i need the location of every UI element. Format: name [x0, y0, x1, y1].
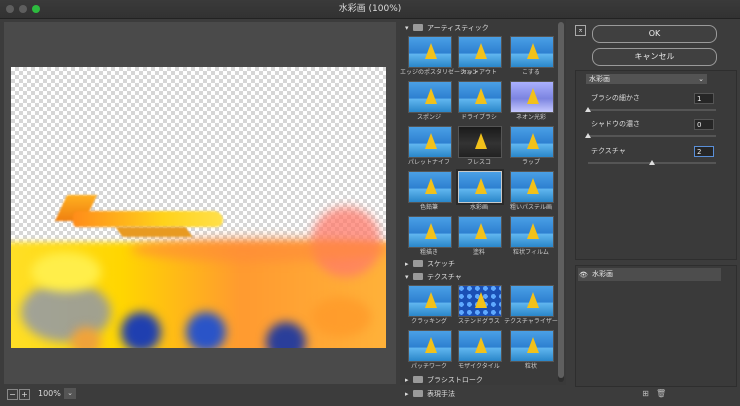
filter-thumbnail[interactable]	[510, 171, 554, 203]
effect-layer-name: 水彩画	[592, 270, 613, 278]
expand-arrow-icon: ▾	[405, 273, 409, 281]
collapse-arrow-icon: ▸	[405, 376, 409, 384]
plane-wing	[115, 227, 193, 237]
filter-thumbnail[interactable]	[408, 81, 452, 113]
filter-thumbnail[interactable]	[458, 81, 502, 113]
zoom-in-button[interactable]: +	[19, 389, 30, 400]
new-effect-layer-button[interactable]: ⊞	[641, 389, 650, 398]
title-bar: 水彩画 (100%)	[0, 0, 740, 19]
filter-thumbnail[interactable]	[408, 36, 452, 68]
window-title: 水彩画 (100%)	[338, 4, 402, 14]
filter-category-4[interactable]: ▸ 表現手法	[405, 388, 455, 400]
plane-body	[73, 211, 223, 227]
close-window-button[interactable]	[6, 5, 14, 13]
param-label: テクスチャ	[591, 147, 626, 155]
delete-effect-layer-icon[interactable]: 🗑	[656, 389, 666, 398]
filter-category-1[interactable]: ▸ スケッチ	[405, 258, 455, 270]
minimize-window-button[interactable]	[19, 5, 27, 13]
filter-thumbnail[interactable]	[458, 216, 502, 248]
filter-thumbnail[interactable]	[458, 126, 502, 158]
preview-image[interactable]	[11, 67, 386, 348]
cancel-button[interactable]: キャンセル	[592, 48, 717, 66]
param-slider-track[interactable]	[588, 109, 716, 111]
filter-thumbnail-label: モザイクタイル	[458, 363, 500, 370]
filter-thumbnail-label: ネオン光彩	[515, 114, 546, 121]
filter-thumbnail[interactable]	[458, 171, 502, 203]
filter-thumbnail[interactable]	[408, 285, 452, 317]
filter-select-value: 水彩画	[589, 75, 610, 83]
filter-thumbnail-label: 水彩画	[469, 204, 488, 211]
zoom-menu-button[interactable]: ⌄	[64, 388, 76, 399]
filter-thumbnail[interactable]	[408, 216, 452, 248]
filter-category-0[interactable]: ▾ アーティスティック	[405, 22, 489, 34]
filter-thumbnail-label: 粒状	[524, 363, 537, 370]
filter-thumbnail-label: テクスチャライザー	[504, 318, 558, 325]
param-slider-knob[interactable]	[649, 160, 655, 165]
collapse-arrow-icon: ▸	[405, 260, 409, 268]
filter-thumbnail[interactable]	[408, 330, 452, 362]
filter-thumbnail-label: 粗いパステル画	[509, 204, 552, 211]
filter-thumbnail[interactable]	[458, 36, 502, 68]
param-value-input[interactable]: 2	[694, 146, 714, 157]
filter-thumbnail[interactable]	[510, 330, 554, 362]
param-label: シャドウの濃さ	[591, 120, 640, 128]
filter-thumbnail[interactable]	[510, 216, 554, 248]
param-label: ブラシの細かさ	[591, 94, 640, 102]
filter-category-label: テクスチャ	[427, 273, 462, 281]
filter-select[interactable]: 水彩画 ⌄	[586, 74, 707, 84]
filter-thumbnail-label: こする	[522, 69, 540, 76]
filter-thumbnail[interactable]	[408, 126, 452, 158]
param-value-input[interactable]: 1	[694, 93, 714, 104]
preview-area	[4, 22, 396, 384]
filter-thumbnail-label: ステンドグラス	[458, 318, 500, 325]
expand-arrow-icon: ▾	[405, 24, 409, 32]
filter-thumbnail-label: ラップ	[521, 159, 540, 166]
filter-thumbnail-label: フレスコ	[466, 159, 491, 166]
folder-icon	[413, 376, 423, 383]
zoom-out-button[interactable]: −	[7, 389, 18, 400]
filter-thumbnail[interactable]	[510, 81, 554, 113]
folder-icon	[413, 390, 423, 397]
filter-thumbnail[interactable]	[458, 285, 502, 317]
filter-thumbnail-label: 粒状フィルム	[513, 249, 549, 256]
param-value-input[interactable]: 0	[694, 119, 714, 130]
folder-icon	[413, 273, 423, 280]
filter-category-label: ブラシストローク	[427, 376, 483, 384]
eye-icon[interactable]: 👁	[579, 271, 588, 279]
collapse-arrow-icon: ▸	[405, 390, 409, 398]
filter-thumbnail-label: 塗料	[472, 249, 485, 256]
filter-category-label: 表現手法	[427, 390, 455, 398]
folder-icon	[413, 260, 423, 267]
filter-category-label: スケッチ	[427, 260, 455, 268]
filter-category-2[interactable]: ▾ テクスチャ	[405, 271, 462, 283]
filter-thumbnail[interactable]	[408, 171, 452, 203]
zoom-level: 100%	[38, 389, 61, 398]
filter-thumbnail[interactable]	[510, 285, 554, 317]
filter-thumbnail-label: ドライブラシ	[461, 114, 497, 121]
filter-thumbnail-label: カットアウト	[460, 69, 497, 76]
ok-button[interactable]: OK	[592, 25, 717, 43]
param-slider-track[interactable]	[588, 135, 716, 137]
effect-layers-panel	[575, 265, 737, 387]
filter-thumbnail[interactable]	[458, 330, 502, 362]
filter-thumbnail[interactable]	[510, 36, 554, 68]
filter-category-3[interactable]: ▸ ブラシストローク	[405, 374, 483, 386]
collapse-gallery-button[interactable]: ⌅	[575, 25, 586, 36]
param-slider-knob[interactable]	[585, 133, 591, 138]
param-slider-knob[interactable]	[585, 107, 591, 112]
filter-thumbnail[interactable]	[510, 126, 554, 158]
filter-category-label: アーティスティック	[427, 24, 489, 32]
zoom-window-button[interactable]	[32, 5, 40, 13]
chevron-down-icon: ⌄	[698, 75, 704, 83]
folder-icon	[413, 24, 423, 31]
